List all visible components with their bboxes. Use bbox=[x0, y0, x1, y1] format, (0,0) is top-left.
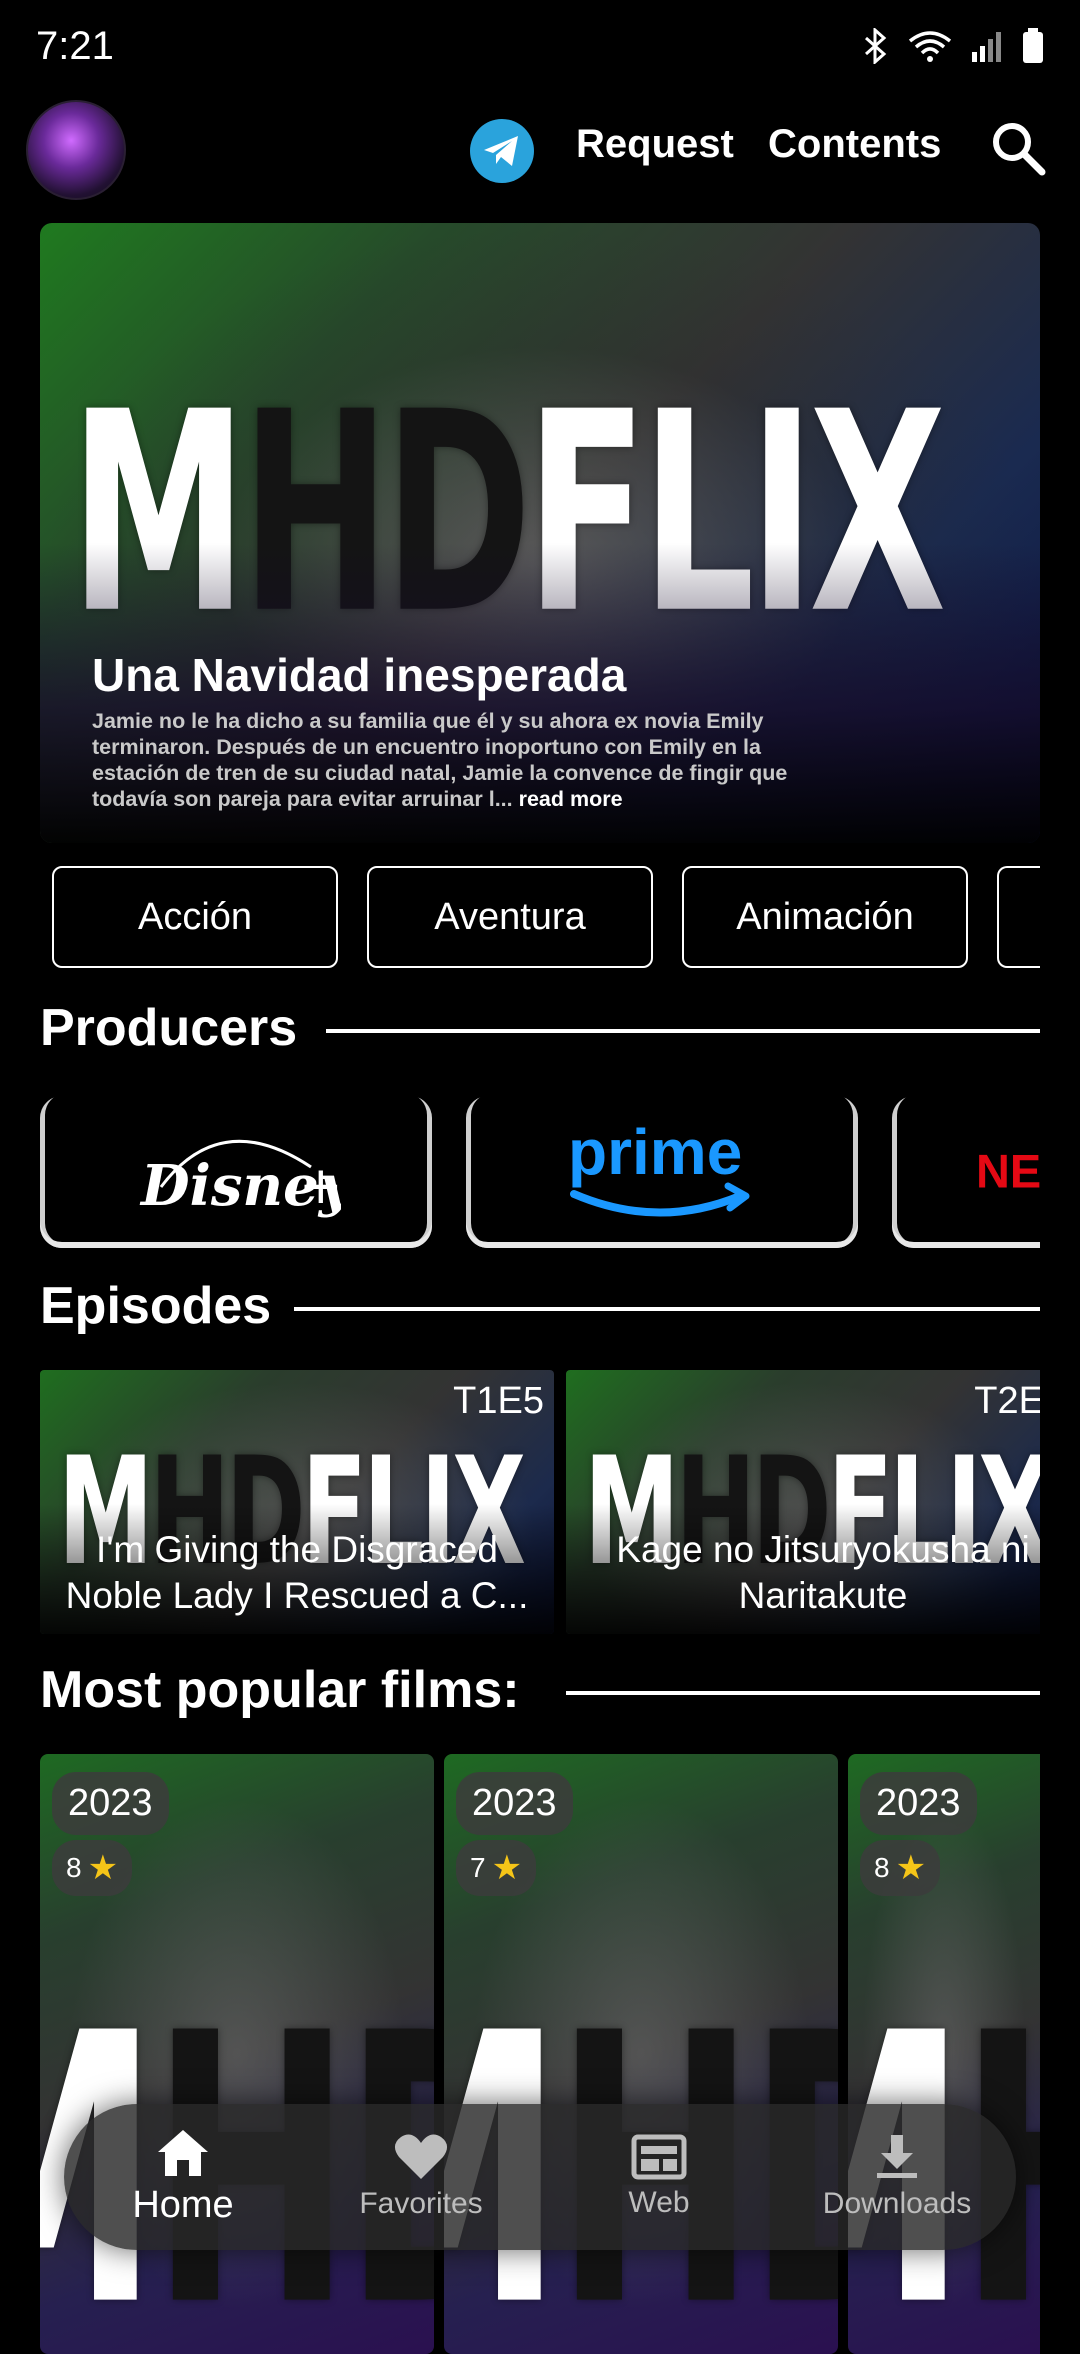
film-rating-badge: 7 ★ bbox=[456, 1840, 537, 1896]
genre-chip-animacion[interactable]: Animación bbox=[682, 866, 968, 968]
nav-favorites-label: Favorites bbox=[359, 2187, 483, 2220]
svg-text:+: + bbox=[299, 1156, 341, 1216]
telegram-icon bbox=[484, 136, 518, 166]
episode-title: Kage no Jitsuryokusha ni Naritakute bbox=[616, 1529, 1030, 1616]
film-year-badge: 2023 bbox=[456, 1772, 573, 1835]
rating-value: 8 bbox=[874, 1852, 890, 1883]
download-icon bbox=[877, 2135, 917, 2178]
hero-description: Jamie no le ha dicho a su familia que él… bbox=[92, 708, 812, 812]
star-icon: ★ bbox=[87, 1849, 119, 1887]
nav-web[interactable]: Web bbox=[540, 2104, 778, 2250]
star-icon: ★ bbox=[491, 1849, 523, 1887]
producers-title: Producers bbox=[40, 999, 298, 1057]
battery-icon bbox=[1023, 28, 1043, 63]
film-card[interactable]: MHDFLIX 2023 7 ★ bbox=[444, 1754, 838, 2354]
episode-title: I'm Giving the Disgraced Noble Lady I Re… bbox=[65, 1529, 529, 1616]
hero-title: Una Navidad inesperada bbox=[92, 649, 627, 701]
nav-downloads[interactable]: Downloads bbox=[778, 2104, 1016, 2250]
star-icon: ★ bbox=[895, 1849, 927, 1887]
film-rating-badge: 8 ★ bbox=[860, 1840, 941, 1896]
genre-chip-accion[interactable]: Acción bbox=[52, 866, 338, 968]
search-icon[interactable] bbox=[988, 118, 1048, 178]
nav-web-label: Web bbox=[628, 2186, 690, 2219]
films-divider bbox=[566, 1691, 1040, 1695]
film-rating-badge: 8 ★ bbox=[52, 1840, 133, 1896]
producer-disney-plus[interactable]: Disney + bbox=[40, 1096, 432, 1248]
producer-prime-video[interactable]: prime bbox=[466, 1096, 858, 1248]
svg-text:NE: NE bbox=[976, 1146, 1040, 1198]
episodes-title: Episodes bbox=[40, 1277, 272, 1335]
wifi-icon bbox=[908, 31, 952, 62]
telegram-button[interactable] bbox=[470, 119, 534, 183]
genre-chip-partial[interactable] bbox=[997, 866, 1040, 968]
status-time: 7:21 bbox=[36, 24, 114, 68]
bluetooth-icon bbox=[865, 28, 887, 64]
producer-netflix[interactable]: NE bbox=[892, 1096, 1040, 1248]
prime-video-logo: prime bbox=[568, 1116, 750, 1217]
episodes-divider bbox=[294, 1307, 1040, 1311]
rating-value: 8 bbox=[66, 1852, 82, 1883]
film-year-badge: 2023 bbox=[52, 1772, 169, 1835]
nav-favorites[interactable]: Favorites bbox=[302, 2104, 540, 2250]
disney-plus-logo: Disney + bbox=[139, 1139, 341, 1219]
film-year-badge: 2023 bbox=[860, 1772, 977, 1835]
hero-logo: MHDFLIX bbox=[70, 353, 946, 674]
heart-icon bbox=[394, 2134, 448, 2179]
nav-home[interactable]: Home bbox=[64, 2104, 302, 2250]
bottom-navigation: Home Favorites Web Downloads bbox=[64, 2104, 1016, 2250]
avatar[interactable] bbox=[26, 100, 126, 200]
episode-code: T1E5 bbox=[453, 1380, 544, 1422]
nav-home-label: Home bbox=[132, 2183, 234, 2226]
film-card[interactable]: MHDFLIX 2023 8 ★ bbox=[40, 1754, 434, 2354]
status-icons bbox=[862, 28, 1044, 64]
read-more-link[interactable]: read more bbox=[519, 787, 623, 811]
episode-code: T2E bbox=[974, 1380, 1040, 1422]
contents-link[interactable]: Contents bbox=[768, 122, 941, 167]
signal-icon bbox=[972, 32, 1001, 62]
web-icon bbox=[631, 2134, 687, 2180]
episode-card[interactable]: MHDFLIX T1E5 I'm Giving the Disgraced No… bbox=[40, 1370, 554, 1634]
films-title: Most popular films: bbox=[40, 1661, 520, 1719]
hero-description-text: Jamie no le ha dicho a su familia que él… bbox=[92, 709, 788, 811]
home-icon bbox=[158, 2129, 208, 2176]
genre-chip-aventura[interactable]: Aventura bbox=[367, 866, 653, 968]
nav-downloads-label: Downloads bbox=[822, 2187, 972, 2220]
netflix-logo: NE bbox=[976, 1146, 1040, 1198]
episode-card[interactable]: MHDFLIX T2E Kage no Jitsuryokusha ni Nar… bbox=[566, 1370, 1040, 1634]
film-card[interactable]: MHDFLIX 2023 8 ★ bbox=[848, 1754, 1040, 2354]
request-link[interactable]: Request bbox=[576, 122, 734, 167]
rating-value: 7 bbox=[470, 1852, 486, 1883]
producers-divider bbox=[326, 1029, 1040, 1033]
svg-text:prime: prime bbox=[568, 1116, 742, 1188]
